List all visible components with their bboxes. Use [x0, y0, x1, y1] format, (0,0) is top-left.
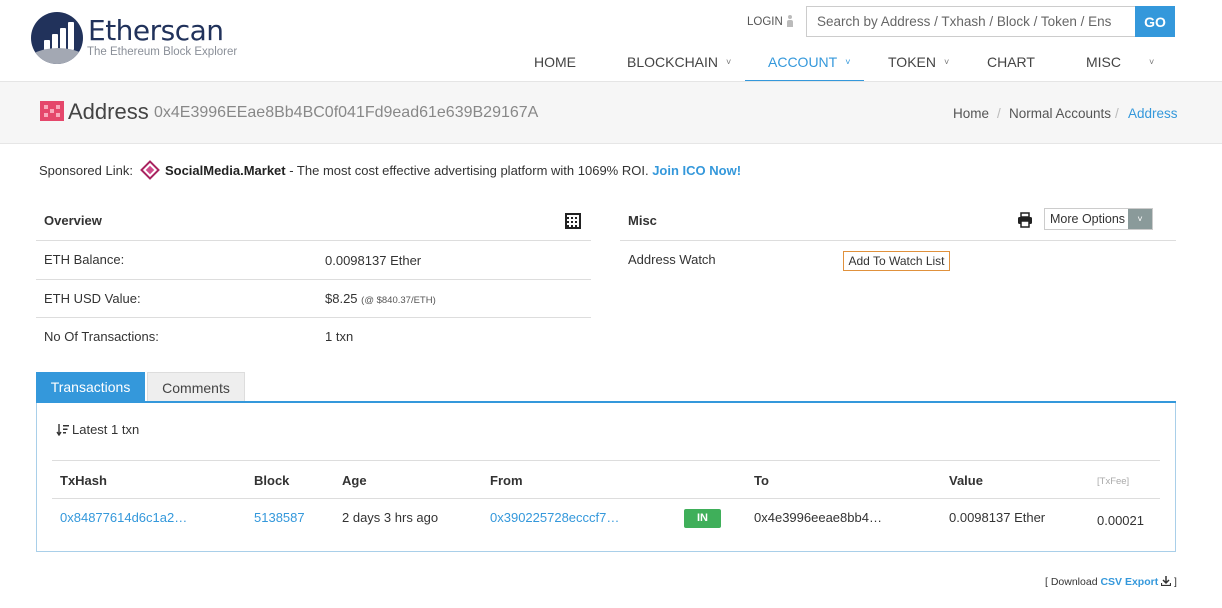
divider [620, 240, 1176, 241]
search-go-button[interactable]: GO [1135, 6, 1175, 37]
breadcrumb-separator: / [997, 106, 1001, 121]
chevron-down-icon: ˅ [943, 57, 950, 67]
table-header-border [52, 498, 1160, 499]
txhash-link[interactable]: 0x84877614d6c1a2… [60, 510, 187, 525]
sponsored-label: Sponsored Link: [39, 163, 133, 178]
nav-token-label: TOKEN [888, 54, 936, 70]
tab-comments[interactable]: Comments [147, 372, 245, 402]
divider [36, 279, 591, 280]
csv-close-bracket: ] [1171, 576, 1177, 588]
column-header-value: Value [949, 473, 983, 488]
sort-icon [56, 424, 69, 437]
nav-account[interactable]: ACCOUNT ˅ [768, 54, 851, 70]
column-header-age: Age [342, 473, 367, 488]
chevron-down-icon: ˅ [726, 57, 732, 67]
more-options-label: More Options [1050, 212, 1126, 226]
nav-token[interactable]: TOKEN ˅ [888, 54, 949, 70]
logo-subtitle: The Ethereum Block Explorer [87, 46, 238, 58]
tx-value: 0.0098137 Ether [949, 510, 1046, 525]
nav-chart[interactable]: CHART [987, 54, 1035, 70]
chevron-down-icon: ˅ [1128, 209, 1152, 229]
column-header-from: From [490, 473, 523, 488]
csv-open-bracket: [ Download [1045, 576, 1101, 588]
divider [36, 317, 591, 318]
csv-export: [ Download CSV Export ] [1045, 576, 1177, 588]
tab-transactions[interactable]: Transactions [36, 372, 145, 402]
nav-misc[interactable]: MISC ˅ [1086, 54, 1154, 70]
tx-count-value: 1 txn [325, 329, 354, 344]
nav-blockchain[interactable]: BLOCKCHAIN ˅ [627, 54, 731, 70]
divider [36, 240, 591, 241]
direction-badge: IN [684, 509, 721, 528]
block-link[interactable]: 5138587 [254, 510, 305, 525]
chevron-down-icon: ˅ [845, 57, 851, 67]
csv-export-link[interactable]: CSV Export [1100, 576, 1158, 588]
qr-code-icon[interactable] [565, 213, 581, 229]
nav-chart-label: CHART [987, 54, 1035, 70]
transactions-panel [36, 403, 1176, 552]
nav-blockchain-label: BLOCKCHAIN [627, 54, 719, 70]
tx-age: 2 days 3 hrs ago [342, 510, 439, 525]
printer-icon[interactable] [1017, 212, 1033, 228]
column-header-txhash: TxHash [60, 473, 107, 488]
column-header-to: To [754, 473, 769, 488]
login-link[interactable]: LOGIN [747, 15, 794, 28]
from-address-link[interactable]: 0x390225728ecccf7… [490, 510, 619, 525]
nav-home[interactable]: HOME [534, 54, 576, 70]
tx-fee: 0.00021 [1097, 513, 1144, 528]
breadcrumb-separator: / [1115, 106, 1119, 121]
latest-summary: Latest 1 txn [56, 422, 139, 437]
eth-usd-amount: $8.25 [325, 291, 358, 306]
table-top-border [52, 460, 1160, 461]
download-icon[interactable] [1161, 576, 1172, 587]
address-identicon-icon [40, 101, 64, 121]
tx-count-label: No Of Transactions: [44, 329, 159, 344]
to-address: 0x4e3996eeae8bb4… [754, 510, 882, 525]
sponsored-text: - The most cost effective advertising pl… [285, 163, 653, 178]
eth-usd-value: $8.25 (@ $840.37/ETH) [325, 291, 436, 306]
nav-misc-label: MISC [1086, 54, 1121, 70]
column-header-block: Block [254, 473, 290, 488]
page-title: Address [68, 99, 149, 124]
user-icon [786, 15, 794, 27]
latest-txn-count: Latest 1 txn [72, 422, 140, 437]
search-input[interactable] [806, 6, 1135, 37]
nav-account-label: ACCOUNT [768, 54, 838, 70]
nav-home-label: HOME [534, 54, 576, 70]
sponsored-link: Sponsored Link: SocialMedia.Market - The … [39, 160, 741, 180]
eth-balance-value: 0.0098137 Ether [325, 253, 422, 268]
address-watch-label: Address Watch [628, 252, 716, 267]
join-ico-link[interactable]: Join ICO Now! [652, 163, 741, 178]
breadcrumb-address: Address [1128, 106, 1178, 121]
eth-price-note: (@ $840.37/ETH) [361, 295, 436, 306]
misc-heading: Misc [628, 213, 657, 228]
overview-heading: Overview [44, 213, 102, 228]
socialmedia-market-logo-icon [140, 160, 160, 180]
sponsored-brand-link[interactable]: SocialMedia.Market [165, 163, 286, 178]
column-header-txfee[interactable]: [TxFee] [1097, 476, 1129, 487]
eth-usd-label: ETH USD Value: [44, 291, 141, 306]
eth-balance-label: ETH Balance: [44, 252, 125, 267]
breadcrumb-home[interactable]: Home [953, 106, 989, 121]
breadcrumb-normal-accounts[interactable]: Normal Accounts [1009, 106, 1111, 121]
page-address: 0x4E3996EEae8Bb4BC0f041Fd9ead61e639B2916… [154, 104, 539, 121]
logo-title[interactable]: Etherscan [88, 14, 224, 47]
more-options-dropdown[interactable]: More Options ˅ [1044, 208, 1153, 230]
add-to-watch-list-button[interactable]: Add To Watch List [843, 251, 950, 271]
login-label: LOGIN [747, 16, 783, 28]
etherscan-logo-icon[interactable] [31, 12, 83, 64]
chevron-down-icon: ˅ [1149, 57, 1155, 67]
